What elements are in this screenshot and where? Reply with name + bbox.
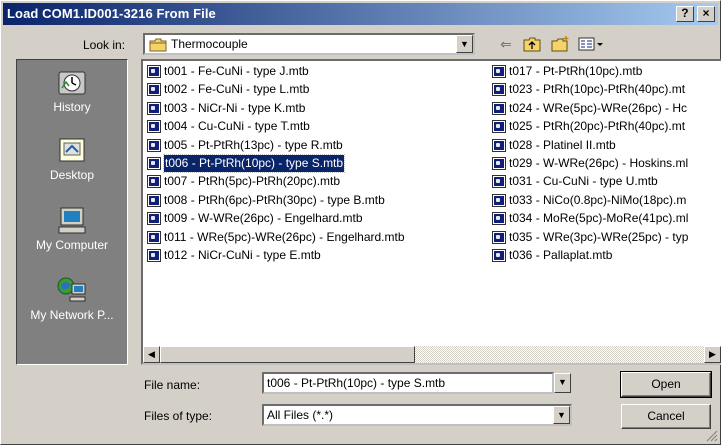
mtb-file-icon: [492, 83, 506, 97]
mtb-file-icon: [147, 193, 161, 207]
mtb-file-icon: [147, 101, 161, 115]
file-type-select[interactable]: All Files (*.*) ▼: [262, 404, 572, 426]
file-name-text: t025 - PtRh(20pc)-PtRh(40pc).mt: [509, 119, 686, 134]
file-name-text: t012 - NiCr-CuNi - type E.mtb: [164, 248, 321, 262]
look-in-dropdown[interactable]: Thermocouple ▼: [143, 33, 475, 55]
mtb-file-icon: [147, 175, 161, 189]
horizontal-scrollbar[interactable]: ◀ ▶: [143, 346, 721, 363]
file-name-input[interactable]: [262, 372, 554, 394]
help-button[interactable]: ?: [676, 6, 694, 22]
mtb-file-icon: [147, 65, 161, 78]
file-name-text: t008 - PtRh(6pc)-PtRh(30pc) - type B.mtb: [164, 192, 385, 207]
mtb-file-icon: [492, 249, 506, 262]
file-name-text: t035 - WRe(3pc)-WRe(25pc) - typ: [509, 229, 689, 244]
file-type-label: Files of type:: [144, 409, 213, 423]
look-in-label: Look in:: [83, 38, 126, 52]
file-type-value: All Files (*.*): [267, 408, 334, 422]
up-folder-icon[interactable]: [521, 35, 543, 53]
place-history[interactable]: History: [17, 68, 127, 114]
mtb-file-icon: [147, 212, 161, 226]
file-name-text: t001 - Fe-CuNi - type J.mtb: [164, 64, 309, 78]
title-bar[interactable]: Load COM1.ID001-3216 From File ? ×: [3, 3, 718, 25]
file-name-text: t005 - Pt-PtRh(13pc) - type R.mtb: [164, 137, 343, 152]
new-folder-icon[interactable]: [549, 35, 571, 53]
window-title: Load COM1.ID001-3216 From File: [7, 6, 216, 21]
file-name-label: File name:: [144, 378, 201, 392]
file-name-text: t017 - Pt-PtRh(10pc).mtb: [509, 64, 643, 78]
file-name-text: t003 - NiCr-Ni - type K.mtb: [164, 100, 306, 115]
network-icon: [57, 277, 86, 302]
scroll-left-button[interactable]: ◀: [143, 346, 160, 363]
place-my-computer-label: My Computer: [35, 238, 109, 252]
history-icon: [58, 71, 86, 95]
mtb-file-icon: [492, 157, 506, 170]
file-list[interactable]: t001 - Fe-CuNi - type J.mtb t002 - Fe-CuN…: [141, 59, 721, 365]
open-button[interactable]: Open: [620, 371, 712, 398]
place-desktop-label: Desktop: [49, 168, 95, 182]
file-name-text: t031 - Cu-CuNi - type U.mtb: [509, 174, 658, 189]
scrollbar-thumb[interactable]: [160, 346, 415, 363]
mtb-file-icon: [147, 230, 161, 244]
file-name-dropdown-icon[interactable]: ▼: [554, 373, 571, 393]
mtb-file-icon: [492, 230, 506, 244]
mtb-file-icon: [492, 101, 506, 115]
file-name-text: t023 - PtRh(10pc)-PtRh(40pc).mt: [509, 82, 686, 97]
file-name-text: t011 - WRe(5pc)-WRe(26pc) - Engelhard.mt…: [164, 229, 405, 244]
file-name-text: t009 - W-WRe(26pc) - Engelhard.mtb: [164, 211, 363, 226]
mtb-file-icon: [147, 157, 161, 170]
chevron-down-icon[interactable]: ▼: [553, 406, 570, 424]
file-name-text: t036 - Pallaplat.mtb: [509, 248, 613, 262]
place-desktop[interactable]: Desktop: [17, 136, 127, 182]
file-name-text: t004 - Cu-CuNi - type T.mtb: [164, 119, 310, 134]
place-my-network[interactable]: My Network P...: [17, 276, 127, 322]
folder-icon: [149, 38, 167, 52]
file-name-text: t029 - W-WRe(26pc) - Hoskins.ml: [509, 156, 689, 170]
mtb-file-icon: [147, 83, 161, 97]
mtb-file-icon: [492, 193, 506, 207]
file-name-text: t028 - Platinel II.mtb: [509, 137, 616, 152]
mtb-file-icon: [492, 212, 506, 226]
mtb-file-icon: [492, 120, 506, 134]
mtb-file-icon: [492, 138, 506, 152]
back-arrow-icon[interactable]: ⇐: [495, 35, 517, 53]
place-my-network-label: My Network P...: [30, 308, 114, 322]
mtb-file-icon: [147, 249, 161, 262]
mtb-file-icon: [147, 120, 161, 134]
resize-grip-icon[interactable]: [706, 430, 718, 442]
close-button[interactable]: ×: [697, 6, 715, 22]
file-name-text: t033 - NiCo(0.8pc)-NiMo(18pc).m: [509, 192, 687, 207]
file-name-text: t007 - PtRh(5pc)-PtRh(20pc).mtb: [164, 174, 341, 189]
file-name-text: t034 - MoRe(5pc)-MoRe(41pc).ml: [509, 211, 689, 226]
place-history-label: History: [53, 100, 91, 114]
file-name-text: t024 - WRe(5pc)-WRe(26pc) - Hc: [509, 100, 688, 115]
mtb-file-icon: [492, 65, 506, 78]
chevron-down-icon[interactable]: ▼: [456, 35, 473, 53]
mtb-file-icon: [147, 138, 161, 152]
file-name-text: t006 - Pt-PtRh(10pc) - type S.mtb: [162, 154, 346, 173]
computer-icon: [58, 207, 86, 234]
navigation-toolbar: ⇐: [495, 35, 625, 55]
place-my-computer[interactable]: My Computer: [17, 206, 127, 252]
open-file-dialog: Load COM1.ID001-3216 From File ? × Look …: [0, 0, 721, 445]
cancel-button[interactable]: Cancel: [621, 404, 711, 429]
file-name-text: t002 - Fe-CuNi - type L.mtb: [164, 82, 310, 97]
view-menu-icon[interactable]: [577, 35, 607, 53]
look-in-value: Thermocouple: [171, 37, 248, 51]
scroll-right-button[interactable]: ▶: [704, 346, 721, 363]
places-bar: History Desktop My Computer My Network P…: [16, 59, 128, 365]
mtb-file-icon: [492, 175, 506, 189]
desktop-icon: [59, 138, 85, 162]
